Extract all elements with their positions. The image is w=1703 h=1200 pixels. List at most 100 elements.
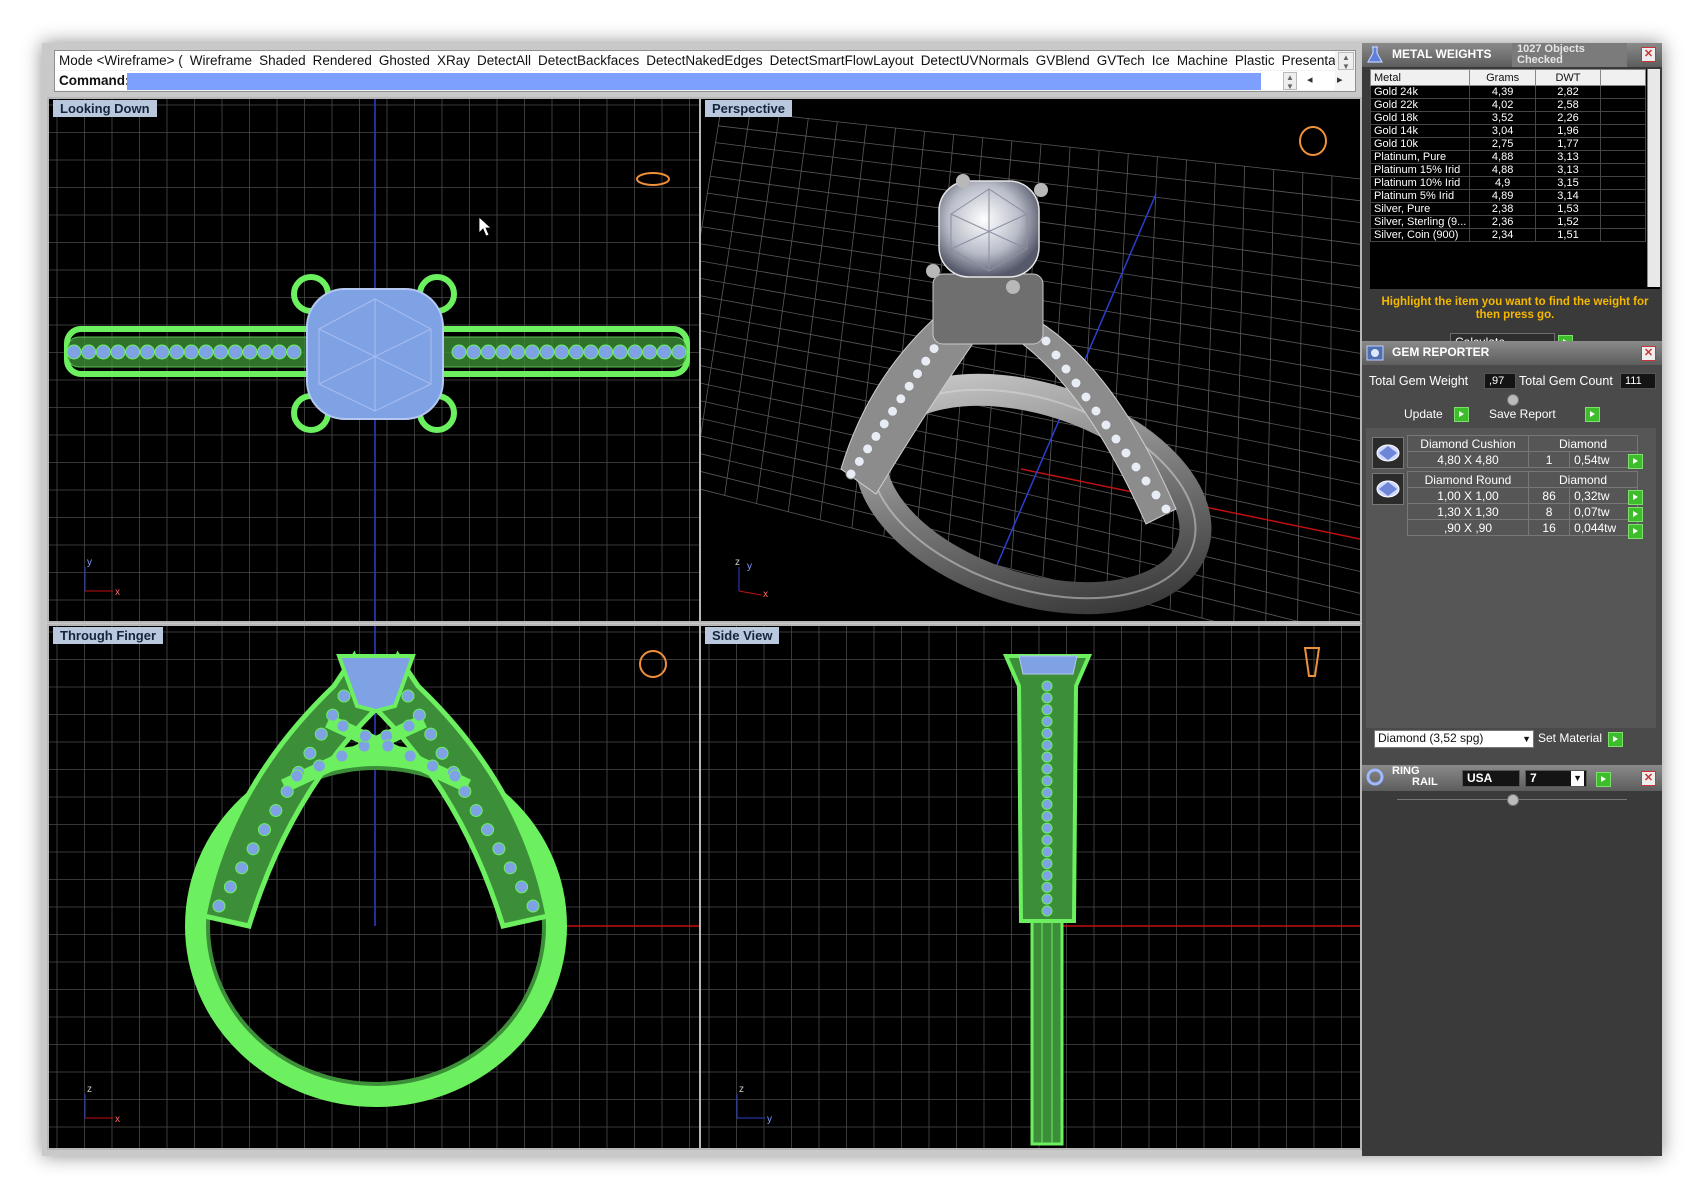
- metal-grams: 2,38: [1469, 202, 1536, 216]
- mode-line[interactable]: Mode <Wireframe> (Wireframe Shaded Rendere…: [55, 51, 1335, 70]
- gem-group-table[interactable]: Diamond Round Diamond 1,00 X 1,00 86 0,32tw 1…: [1407, 471, 1638, 536]
- gem-row[interactable]: 1,00 X 1,00 86 0,32tw: [1407, 487, 1638, 504]
- metal-table-scrollbar[interactable]: [1647, 69, 1660, 287]
- display-mode-item[interactable]: XRay: [437, 53, 470, 68]
- mode-scroll-button[interactable]: ▲ ▼: [1338, 52, 1354, 71]
- metal-row[interactable]: Platinum 5% Irid 4,89 3,14: [1370, 189, 1646, 203]
- viewport-label[interactable]: Looking Down: [53, 100, 157, 117]
- set-material-go-icon[interactable]: [1608, 732, 1623, 747]
- gem-group-table[interactable]: Diamond Cushion Diamond 4,80 X 4,80 1 0,54tw: [1407, 435, 1638, 468]
- pave-stone: [213, 344, 229, 360]
- scroll-left-icon[interactable]: ◂: [1307, 73, 1313, 86]
- display-mode-item[interactable]: DetectUVNormals: [921, 53, 1029, 68]
- display-mode-item[interactable]: Rendered: [313, 53, 372, 68]
- pave-stone: [568, 344, 584, 360]
- pave-stone: [290, 769, 304, 783]
- gem-row-go-icon[interactable]: [1628, 524, 1643, 539]
- ring-size-country[interactable]: USA: [1462, 770, 1520, 787]
- command-input[interactable]: [127, 73, 1261, 90]
- display-mode-item[interactable]: Wireframe: [190, 53, 252, 68]
- display-mode-item[interactable]: DetectSmartFlowLayout: [770, 53, 914, 68]
- ring-rail-go-icon[interactable]: [1596, 772, 1611, 787]
- pave-stone: [1041, 763, 1053, 775]
- metal-row[interactable]: Gold 22k 4,02 2,58: [1370, 98, 1646, 112]
- viewport-looking-down[interactable]: Looking Down y x: [47, 97, 702, 623]
- display-mode-item[interactable]: Presentation: [1282, 53, 1335, 68]
- perspective-grid: [701, 108, 1360, 621]
- metal-row[interactable]: Gold 14k 3,04 1,96: [1370, 124, 1646, 138]
- metal-row[interactable]: Silver, Coin (900) 2,34 1,51: [1370, 228, 1646, 242]
- viewport-label[interactable]: Through Finger: [53, 627, 164, 644]
- viewport-perspective[interactable]: Perspective z y x: [699, 97, 1362, 623]
- viewport-label[interactable]: Side View: [705, 627, 780, 644]
- pave-stone: [257, 344, 273, 360]
- ring-size-value: 7: [1530, 771, 1537, 785]
- splitter-handle[interactable]: [1507, 394, 1519, 406]
- command-scroll-button[interactable]: ▲ ▼: [1283, 72, 1297, 91]
- metal-row[interactable]: Gold 18k 3,52 2,26: [1370, 111, 1646, 125]
- display-mode-item[interactable]: DetectNakedEdges: [646, 53, 762, 68]
- metal-row[interactable]: Gold 24k 4,39 2,82: [1370, 85, 1646, 99]
- save-report-go-icon[interactable]: [1585, 407, 1600, 422]
- metal-row[interactable]: Platinum, Pure 4,88 3,13: [1370, 150, 1646, 164]
- shank-wire: [1030, 914, 1064, 1146]
- metal-row[interactable]: Platinum 15% Irid 4,88 3,13: [1370, 163, 1646, 177]
- grid-line: [1233, 166, 1246, 621]
- pave-stone: [515, 880, 529, 894]
- metal-table[interactable]: Metal Grams DWT Gold 24k 4,39 2,82 Gold 22k…: [1370, 69, 1646, 242]
- scroll-right-icon[interactable]: ▸: [1337, 73, 1343, 86]
- close-icon[interactable]: ✕: [1641, 771, 1656, 786]
- column-header[interactable]: DWT: [1534, 69, 1602, 86]
- display-mode-item[interactable]: Machine: [1177, 53, 1228, 68]
- gem-row-go-icon[interactable]: [1628, 454, 1643, 469]
- viewport-label[interactable]: Perspective: [705, 100, 792, 117]
- update-button[interactable]: Update: [1400, 406, 1456, 423]
- gem-row[interactable]: 4,80 X 4,80 1 0,54tw: [1407, 451, 1638, 468]
- display-mode-item[interactable]: Shaded: [259, 53, 306, 68]
- metal-name: Platinum 10% Irid: [1370, 176, 1471, 190]
- metal-name: Gold 14k: [1370, 124, 1471, 138]
- gem-reporter-title: GEM REPORTER: [1392, 345, 1490, 359]
- gem-row-go-icon[interactable]: [1628, 507, 1643, 522]
- update-go-icon[interactable]: [1454, 407, 1469, 422]
- close-icon[interactable]: ✕: [1641, 346, 1656, 361]
- gem-count: 8: [1527, 503, 1571, 520]
- display-mode-item[interactable]: Ice: [1152, 53, 1170, 68]
- gem-row[interactable]: ,90 X ,90 16 0,044tw: [1407, 519, 1638, 536]
- pave-stone: [426, 759, 440, 773]
- display-mode-item[interactable]: Ghosted: [379, 53, 430, 68]
- gem-shape: Diamond Cushion: [1407, 435, 1529, 452]
- display-mode-item[interactable]: GVBlend: [1036, 53, 1090, 68]
- viewport-side-view[interactable]: Side View z y: [699, 624, 1362, 1150]
- metal-row[interactable]: Gold 10k 2,75 1,77: [1370, 137, 1646, 151]
- metal-empty-cell: [1600, 163, 1646, 177]
- display-mode-item[interactable]: DetectAll: [477, 53, 531, 68]
- metal-row[interactable]: Silver, Pure 2,38 1,53: [1370, 202, 1646, 216]
- axis-label: x: [115, 1114, 120, 1125]
- material-select[interactable]: Diamond (3,52 spg) ▼: [1374, 730, 1534, 748]
- gem-count: 1: [1527, 451, 1571, 468]
- gem-count: 86: [1527, 487, 1571, 504]
- display-mode-item[interactable]: GVTech: [1097, 53, 1145, 68]
- metal-row[interactable]: Silver, Sterling (9... 2,36 1,52: [1370, 215, 1646, 229]
- column-header[interactable]: Metal: [1370, 69, 1471, 86]
- pave-stone: [656, 344, 672, 360]
- ring-size-select[interactable]: 7 ▼: [1525, 770, 1587, 787]
- metal-weights-table[interactable]: Metal Grams DWT Gold 24k 4,39 2,82 Gold 22k…: [1370, 69, 1660, 289]
- splitter-handle[interactable]: [1507, 794, 1519, 806]
- metal-row[interactable]: Platinum 10% Irid 4,9 3,15: [1370, 176, 1646, 190]
- pave-stone: [286, 344, 302, 360]
- gem-row-go-icon[interactable]: [1628, 490, 1643, 505]
- close-icon[interactable]: ✕: [1641, 47, 1656, 62]
- save-report-button[interactable]: Save Report: [1485, 406, 1585, 423]
- set-material-button[interactable]: Set Material: [1534, 730, 1614, 747]
- gem-row[interactable]: 1,30 X 1,30 8 0,07tw: [1407, 503, 1638, 520]
- gem-shape-icon[interactable]: [1372, 437, 1404, 469]
- ring-rail-icon: [1366, 768, 1384, 786]
- viewport-through-finger[interactable]: Through Finger z x: [47, 624, 702, 1150]
- display-mode-item[interactable]: DetectBackfaces: [538, 53, 639, 68]
- display-mode-item[interactable]: Plastic: [1235, 53, 1275, 68]
- column-header[interactable]: Grams: [1469, 69, 1536, 86]
- gem-shape-icon[interactable]: [1372, 473, 1404, 505]
- metal-grams: 4,88: [1469, 163, 1536, 177]
